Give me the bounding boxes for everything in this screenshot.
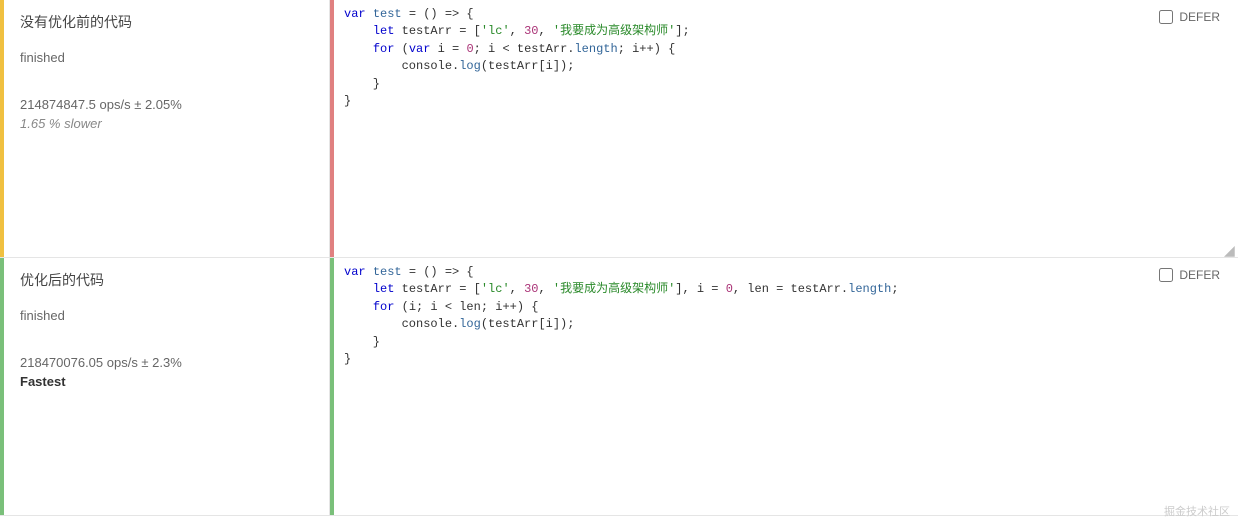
defer-label: DEFER: [1179, 10, 1220, 24]
test-status: finished: [20, 50, 309, 65]
test-status: finished: [20, 308, 309, 323]
defer-toggle[interactable]: DEFER: [1159, 268, 1220, 282]
test-ops: 214874847.5 ops/s ± 2.05%: [20, 97, 309, 112]
status-indicator: [0, 258, 4, 515]
test-ops: 218470076.05 ops/s ± 2.3%: [20, 355, 309, 370]
code-panel: var test = () => { let testArr = ['lc', …: [330, 258, 1238, 515]
resize-handle[interactable]: ◢: [1224, 243, 1236, 255]
test-title: 没有优化前的代码: [20, 12, 309, 32]
test-info-panel: 没有优化前的代码 finished 214874847.5 ops/s ± 2.05…: [0, 0, 330, 257]
status-indicator: [0, 0, 4, 257]
code-editor[interactable]: var test = () => { let testArr = ['lc', …: [334, 0, 1238, 257]
test-row: 没有优化前的代码 finished 214874847.5 ops/s ± 2.05…: [0, 0, 1238, 258]
test-info-panel: 优化后的代码 finished 218470076.05 ops/s ± 2.3% F…: [0, 258, 330, 515]
test-note: Fastest: [20, 374, 309, 389]
test-note: 1.65 % slower: [20, 116, 309, 131]
defer-label: DEFER: [1179, 268, 1220, 282]
defer-checkbox[interactable]: [1159, 268, 1173, 282]
code-panel: var test = () => { let testArr = ['lc', …: [330, 0, 1238, 257]
test-row: 优化后的代码 finished 218470076.05 ops/s ± 2.3% F…: [0, 258, 1238, 516]
test-title: 优化后的代码: [20, 270, 309, 290]
defer-toggle[interactable]: DEFER: [1159, 10, 1220, 24]
defer-checkbox[interactable]: [1159, 10, 1173, 24]
code-editor[interactable]: var test = () => { let testArr = ['lc', …: [334, 258, 1238, 515]
